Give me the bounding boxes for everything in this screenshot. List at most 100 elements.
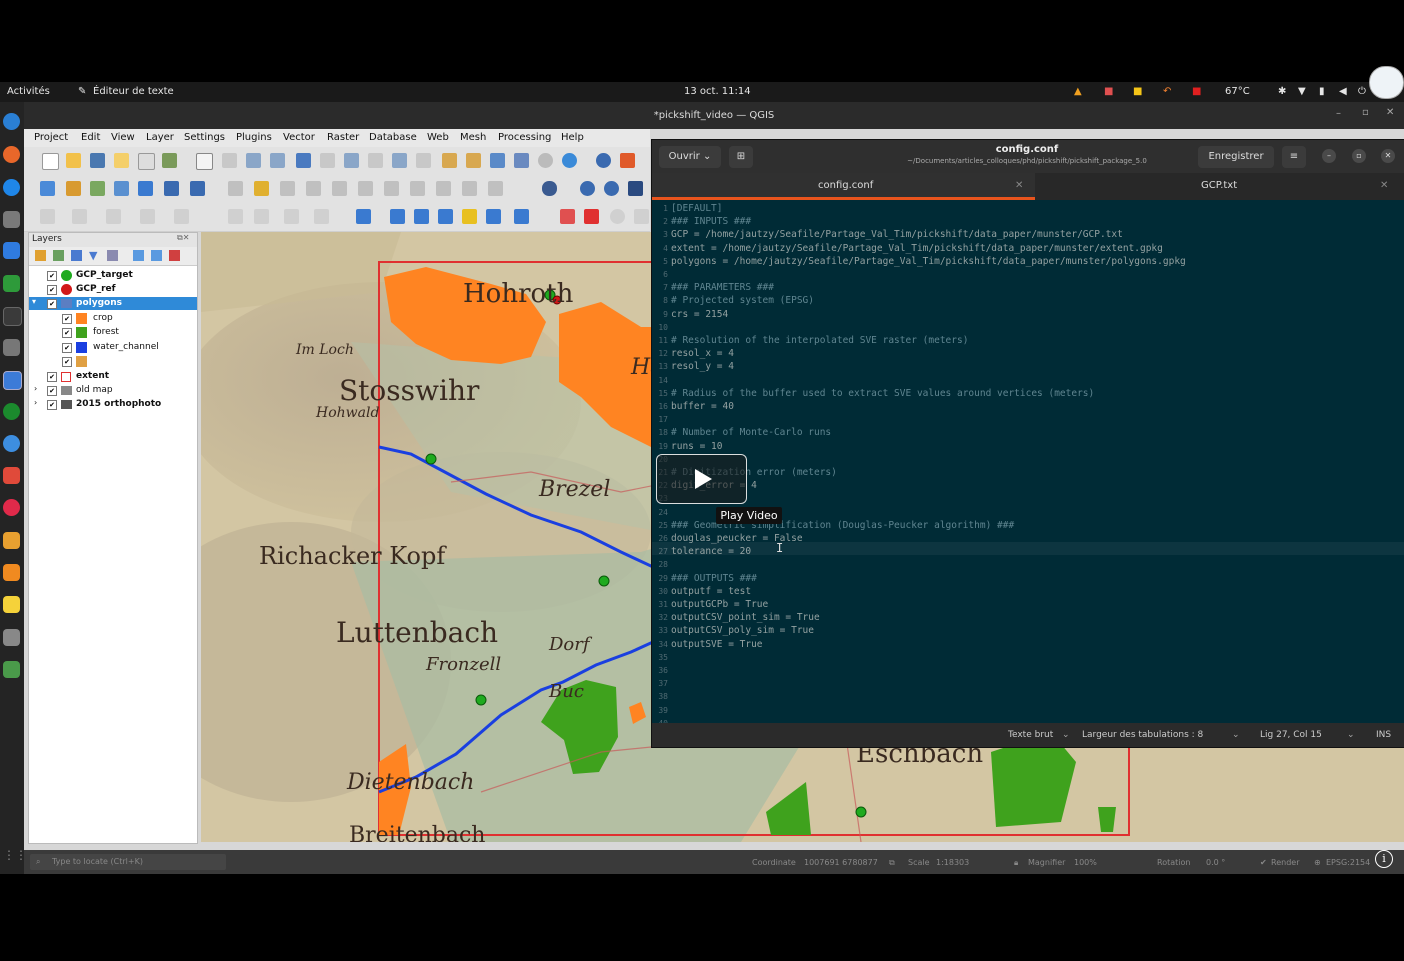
layer-row-extent[interactable]: ✔ extent [29,370,197,383]
play-video-button[interactable] [656,454,747,504]
simplify-icon[interactable] [284,209,299,224]
digitize-icon[interactable] [114,181,129,196]
rotation-field[interactable]: 0.0 ° [1206,858,1225,867]
refresh-icon[interactable] [562,153,577,168]
settings-icon[interactable]: ✱ [1278,86,1286,97]
reshape-icon[interactable] [314,209,329,224]
zoom-next-icon[interactable] [416,153,431,168]
maximize-icon[interactable]: ▫ [1352,149,1366,163]
menu-edit[interactable]: Edit [81,132,100,143]
chromium-icon[interactable] [3,179,20,196]
expand-arrow-icon[interactable]: › [34,384,37,393]
vertex-tool-icon[interactable] [332,181,347,196]
save-button[interactable]: Enregistrer [1198,146,1274,168]
manage-themes-icon[interactable] [71,250,82,261]
delete-selected-icon[interactable] [358,181,373,196]
show-bookmarks-icon[interactable] [466,153,481,168]
decorations-icon[interactable] [514,153,529,168]
menu-view[interactable]: View [111,132,135,143]
notes-icon[interactable]: ■ [1133,86,1142,97]
menu-layer[interactable]: Layer [146,132,174,143]
qgis-icon[interactable] [3,403,20,420]
new-project-icon[interactable] [42,153,59,170]
legend-class-crop[interactable]: ✔ crop [29,312,197,325]
minimize-icon[interactable]: – [1336,108,1341,119]
stop-icon[interactable]: ■ [1192,86,1201,97]
new-layer-icon[interactable] [66,181,81,196]
cursor-position[interactable]: Lig 27, Col 15 [1260,730,1322,740]
menu-help[interactable]: Help [561,132,584,143]
attribute-table-icon[interactable] [620,153,635,168]
cut-icon[interactable] [384,181,399,196]
zoom-last-icon[interactable] [392,153,407,168]
database-icon[interactable] [542,181,557,196]
editor-text-area[interactable]: 1 [DEFAULT] 2 ### INPUTS ### 3 GCP = /home/ja… [652,200,1404,723]
power-icon[interactable]: ⏻ [1358,86,1366,97]
menu-settings[interactable]: Settings [184,132,225,143]
info-icon[interactable]: i [1375,850,1393,868]
class-visibility-checkbox[interactable]: ✔ [62,314,72,324]
open-button[interactable]: Ouvrir ⌄ [659,146,721,168]
zoom-native-icon[interactable] [368,153,383,168]
search-icon[interactable] [610,209,625,224]
add-ellipse-icon[interactable] [174,209,189,224]
legend-class-water-channel[interactable]: ✔ water_channel [29,341,197,354]
firefox-icon[interactable] [3,146,20,163]
tab-gcp-txt[interactable]: GCP.txt ✕ [1035,173,1404,200]
maximize-icon[interactable]: ▫ [1362,107,1369,118]
locator-box[interactable]: ⌕ Type to locate (Ctrl+K) [30,854,226,870]
notes-dock-icon[interactable] [3,596,20,613]
globe-2-icon[interactable] [604,181,619,196]
zoom-in-icon[interactable] [246,153,261,168]
save-as-icon[interactable] [114,153,129,168]
close-icon[interactable]: ✕ [1386,107,1394,118]
app-icon-red[interactable] [3,499,20,516]
menu-raster[interactable]: Raster [327,132,359,143]
layer-visibility-checkbox[interactable]: ✔ [47,400,57,410]
save-project-icon[interactable] [90,153,105,168]
menu-processing[interactable]: Processing [498,132,551,143]
volume-icon[interactable]: ◀ [1339,86,1347,97]
temporal-icon[interactable] [490,153,505,168]
temperature[interactable]: 67°C [1225,86,1250,97]
minimize-icon[interactable]: – [1322,149,1336,163]
tab-width-selector[interactable]: Largeur des tabulations : 8 [1082,730,1203,740]
syntax-selector[interactable]: Texte brut [1008,730,1053,740]
class-visibility-checkbox[interactable]: ✔ [62,357,72,367]
add-circle-icon[interactable] [72,209,87,224]
pan-icon[interactable] [196,153,213,170]
collapse-arrow-icon[interactable]: ▾ [32,297,36,306]
render-checkbox[interactable]: ✔ [1260,858,1267,867]
expand-arrow-icon[interactable]: › [34,398,37,407]
show-apps-icon[interactable]: ⋮⋮ [3,848,27,865]
layer-row-orthophoto[interactable]: › ✔ 2015 orthophoto [29,398,197,411]
lock-icon[interactable]: 🔒︎ [1014,858,1018,868]
new-tab-button[interactable]: ⊞ [729,146,753,168]
select-features-icon[interactable] [356,209,371,224]
filter-icon[interactable]: ▼ [89,249,97,262]
layer-row-gcp-ref[interactable]: ✔ GCP_ref [29,283,197,296]
hamburger-menu-button[interactable]: ≡ [1282,146,1306,168]
redo-tool-icon[interactable] [488,181,503,196]
advanced-digitize-icon[interactable] [228,209,243,224]
globe-icon[interactable] [580,181,595,196]
open-layer-styling-icon[interactable] [35,250,46,261]
close-tool-icon[interactable] [634,209,649,224]
pan-to-selection-icon[interactable] [222,153,237,168]
identify-icon[interactable] [596,153,611,168]
tab-close-icon[interactable]: ✕ [1015,180,1023,191]
vlc-icon[interactable] [3,564,20,581]
layer-row-old-map[interactable]: › ✔ old map [29,384,197,397]
menu-vector[interactable]: Vector [283,132,315,143]
layer-visibility-checkbox[interactable]: ✔ [47,372,57,382]
add-group-icon[interactable] [53,250,64,261]
clock[interactable]: 13 oct. 11:14 [684,86,751,97]
remove-layer-icon[interactable] [169,250,180,261]
edit-icon[interactable] [228,181,243,196]
layer-visibility-checkbox[interactable]: ✔ [47,386,57,396]
warning-icon[interactable]: ▲ [1074,86,1082,97]
layer-visibility-checkbox[interactable]: ✔ [47,271,57,281]
plugin-icon[interactable] [628,181,643,196]
crs-label[interactable]: EPSG:2154 [1326,858,1370,867]
panel-float-icon[interactable]: ⧉✕ [177,233,189,243]
